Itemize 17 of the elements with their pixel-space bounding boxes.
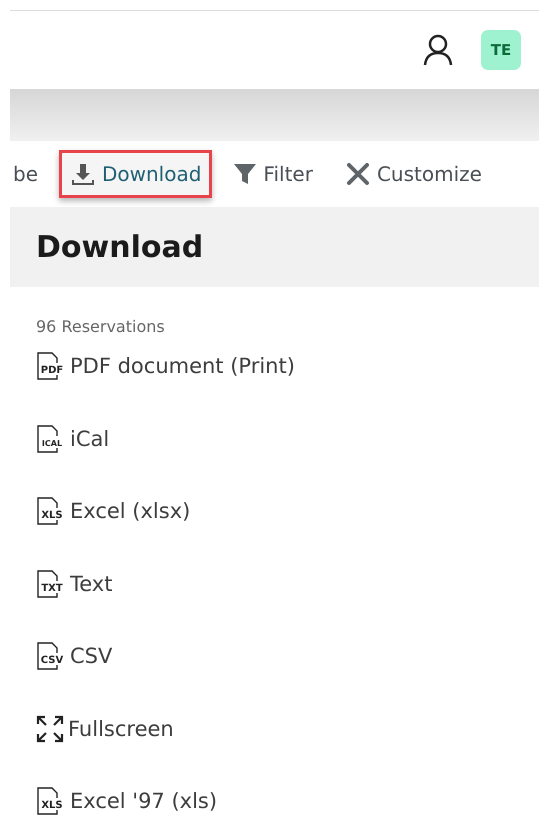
download-option[interactable]: XLS Excel '97 (xls) [36, 765, 539, 823]
download-option[interactable]: ICAL iCal [36, 402, 539, 475]
download-option[interactable]: CSV CSV [36, 620, 539, 692]
filter-icon [233, 161, 258, 187]
download-icon [70, 161, 96, 187]
toolbar-button[interactable]: Download [59, 150, 212, 198]
toolbar-button[interactable]: be [2, 151, 49, 197]
reservation-count: 96 Reservations [36, 317, 166, 336]
panel-title: Download [36, 230, 204, 264]
toolbar-button[interactable]: Filter [222, 150, 324, 198]
download-option[interactable]: TXT Text [36, 548, 539, 620]
user-icon[interactable] [423, 34, 453, 66]
toolbar-button[interactable]: Customize [334, 150, 493, 198]
avatar[interactable]: TE [481, 30, 521, 70]
download-option[interactable]: Fullscreen [36, 692, 539, 765]
fullscreen-icon [36, 714, 64, 743]
download-option[interactable]: XLS Excel (xlsx) [36, 475, 539, 548]
